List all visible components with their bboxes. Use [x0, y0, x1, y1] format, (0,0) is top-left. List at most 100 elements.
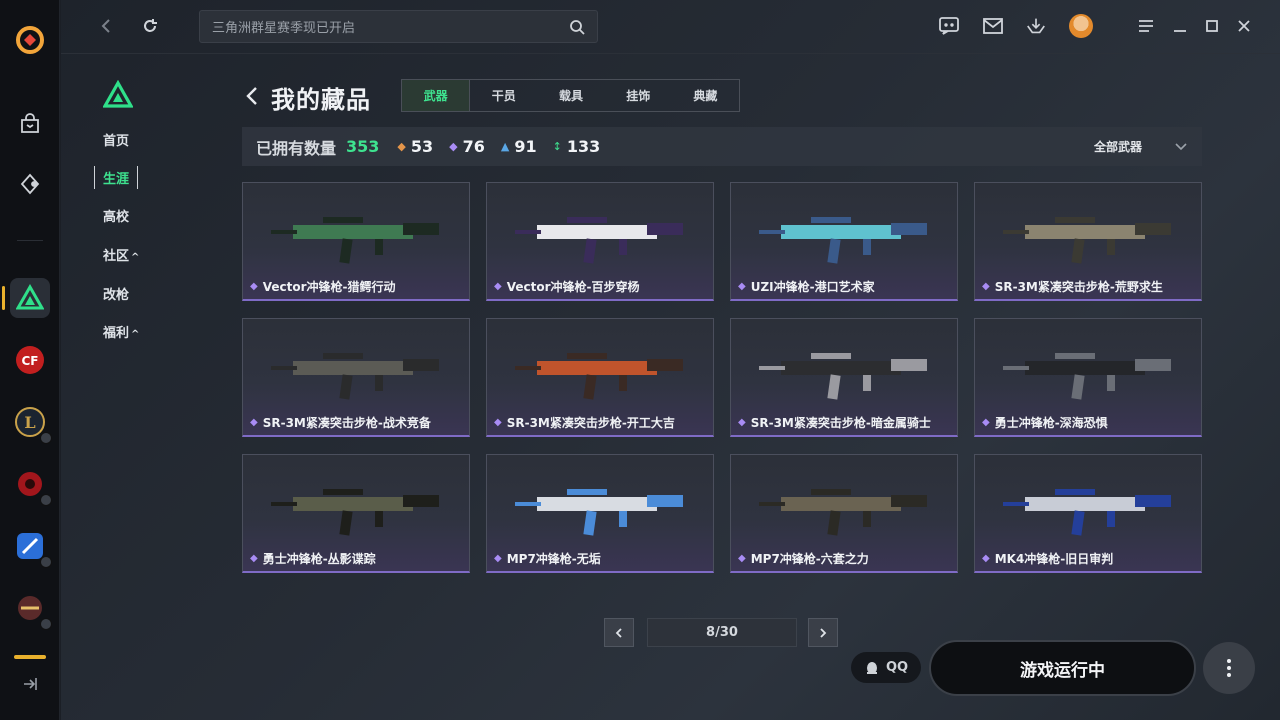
weapon-name: ◆ SR-3M紧凑突击步枪-战术竞备: [250, 416, 431, 430]
weapon-card[interactable]: ◆ Vector冲锋枪-百步穿杨: [486, 182, 714, 301]
main-area: 三角洲群星赛季现已开启 首页 生涯 高校 社区 ^ 改枪 福利 ^ 我的藏品 武…: [61, 0, 1280, 720]
user-avatar[interactable]: [1069, 14, 1093, 38]
weapon-card[interactable]: ◆ Vector冲锋枪-猎鳄行动: [242, 182, 470, 301]
store-bag-icon[interactable]: [14, 108, 46, 140]
weapon-image: [515, 489, 683, 536]
green-gem-icon: ↕: [552, 140, 562, 153]
purple-gem-icon: ◆: [738, 281, 746, 292]
collection-stats-bar: 已拥有数量 353 ◆ 53 ◆ 76 ▲ 91 ↕ 133 全部武器: [242, 127, 1202, 166]
weapon-card[interactable]: ◆ SR-3M紧凑突击步枪-荒野求生: [974, 182, 1202, 301]
nav-item-college[interactable]: 高校: [103, 206, 129, 225]
close-icon[interactable]: [1233, 15, 1255, 37]
mail-icon[interactable]: [982, 15, 1004, 37]
download-badge-icon: [40, 618, 52, 630]
chevron-down-icon[interactable]: [1174, 139, 1188, 153]
menu-icon[interactable]: [1135, 15, 1157, 37]
weapon-card[interactable]: ◆ SR-3M紧凑突击步枪-暗金属骑士: [730, 318, 958, 437]
purple-gem-icon: ◆: [250, 553, 258, 564]
search-icon[interactable]: [569, 19, 585, 35]
weapon-card[interactable]: ◆ 勇士冲锋枪-丛影谍踪: [242, 454, 470, 573]
purple-gem-icon: ◆: [494, 281, 502, 292]
collapse-sidebar-icon[interactable]: [14, 668, 46, 700]
tier-stat-orange: ◆ 53: [397, 137, 434, 156]
weapon-image: [271, 217, 439, 264]
weapon-card[interactable]: ◆ MP7冲锋枪-无垢: [486, 454, 714, 573]
back-nav-icon[interactable]: [95, 14, 119, 38]
tab-collection[interactable]: 典藏: [672, 80, 739, 111]
weapon-image: [1003, 489, 1171, 536]
more-vertical-icon: [1227, 659, 1231, 677]
weapon-card[interactable]: ◆ UZI冲锋枪-港口艺术家: [730, 182, 958, 301]
qq-penguin-icon: [866, 661, 877, 674]
weapon-image: [271, 353, 439, 400]
weapon-filter-dropdown[interactable]: 全部武器: [1094, 138, 1142, 155]
purple-gem-icon: ◆: [982, 417, 990, 428]
nav-item-welfare[interactable]: 福利 ^: [103, 322, 139, 341]
weapon-card[interactable]: ◆ 勇士冲锋枪-深海恐惧: [974, 318, 1202, 437]
weapon-card[interactable]: ◆ SR-3M紧凑突击步枪-开工大吉: [486, 318, 714, 437]
purple-gem-icon: ◆: [494, 553, 502, 564]
tier-stat-blue: ▲ 91: [500, 137, 537, 156]
weapon-name: ◆ MK4冲锋枪-旧日审判: [982, 552, 1114, 566]
weapon-card[interactable]: ◆ SR-3M紧凑突击步枪-战术竞备: [242, 318, 470, 437]
weapon-image: [759, 353, 927, 400]
weapon-card[interactable]: ◆ MP7冲锋枪-六套之力: [730, 454, 958, 573]
tab-charms[interactable]: 挂饰: [605, 80, 672, 111]
weapon-image: [271, 489, 439, 536]
more-options-button[interactable]: [1203, 642, 1255, 694]
weapon-name: ◆ SR-3M紧凑突击步枪-暗金属骑士: [738, 416, 931, 430]
blue-gem-icon: ▲: [500, 140, 510, 153]
game-red-icon[interactable]: [10, 464, 52, 506]
purple-gem-icon: ◆: [982, 281, 990, 292]
tab-weapons[interactable]: 武器: [402, 80, 471, 111]
maximize-icon[interactable]: [1201, 15, 1223, 37]
game-blue-icon[interactable]: [10, 526, 52, 568]
purple-gem-icon: ◆: [494, 417, 502, 428]
svg-text:CF: CF: [21, 354, 38, 368]
top-bar: 三角洲群星赛季现已开启: [61, 0, 1280, 54]
prev-page-button[interactable]: [604, 618, 634, 647]
qq-button[interactable]: QQ: [851, 652, 921, 683]
feedback-icon[interactable]: [938, 15, 960, 37]
tab-vehicles[interactable]: 载具: [537, 80, 604, 111]
launch-game-button[interactable]: 游戏运行中: [929, 640, 1196, 696]
weapon-name: ◆ SR-3M紧凑突击步枪-开工大吉: [494, 416, 675, 430]
weapon-name: ◆ 勇士冲锋枪-深海恐惧: [982, 416, 1108, 430]
orange-gem-icon: ◆: [397, 140, 406, 153]
minimize-icon[interactable]: [1169, 15, 1191, 37]
tier-stat-green: ↕ 133: [552, 137, 601, 156]
weapon-card[interactable]: ◆ MK4冲锋枪-旧日审判: [974, 454, 1202, 573]
svg-text:L: L: [24, 413, 35, 432]
owned-count-value: 353: [346, 137, 380, 156]
nav-item-career[interactable]: 生涯: [94, 166, 139, 189]
weapon-image: [759, 217, 927, 264]
next-page-button[interactable]: [808, 618, 838, 647]
purple-gem-icon: ◆: [250, 281, 258, 292]
weapon-name: ◆ MP7冲锋枪-六套之力: [738, 552, 869, 566]
game-emblem-icon[interactable]: [10, 588, 52, 630]
weapon-image: [1003, 353, 1171, 400]
nav-item-community[interactable]: 社区 ^: [103, 245, 139, 264]
page-indicator: 8/30: [647, 618, 797, 647]
nav-item-gunsmith[interactable]: 改枪: [103, 284, 129, 303]
category-tabs: 武器 干员 载具 挂饰 典藏: [401, 79, 740, 112]
game-crossfire-icon[interactable]: CF: [10, 340, 50, 380]
tab-operators[interactable]: 干员: [470, 80, 537, 111]
weapon-name: ◆ Vector冲锋枪-猎鳄行动: [250, 280, 396, 294]
explore-icon[interactable]: [14, 168, 46, 200]
weapon-name: ◆ UZI冲锋枪-港口艺术家: [738, 280, 875, 294]
refresh-icon[interactable]: [138, 14, 162, 38]
download-icon[interactable]: [1025, 15, 1047, 37]
weapon-name: ◆ SR-3M紧凑突击步枪-荒野求生: [982, 280, 1163, 294]
search-input[interactable]: 三角洲群星赛季现已开启: [199, 10, 598, 43]
game-delta-force-icon[interactable]: [10, 278, 50, 318]
nav-item-home[interactable]: 首页: [103, 130, 129, 149]
app-logo-icon[interactable]: [14, 24, 46, 56]
weapon-image: [515, 217, 683, 264]
game-lol-icon[interactable]: L: [10, 402, 52, 444]
delta-force-brand-icon: [102, 79, 134, 110]
purple-gem-icon: ◆: [738, 417, 746, 428]
weapon-image: [1003, 217, 1171, 264]
weapon-image: [759, 489, 927, 536]
back-arrow-icon[interactable]: [243, 84, 263, 108]
